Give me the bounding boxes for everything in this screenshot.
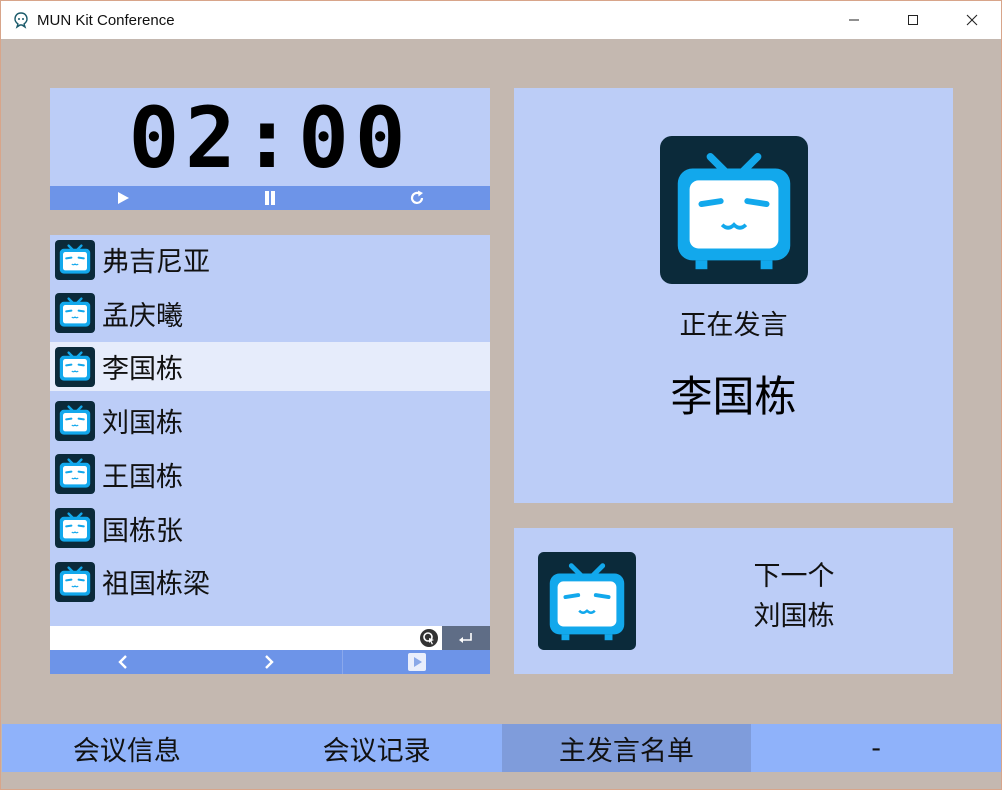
- speaker-name-input[interactable]: [50, 626, 416, 650]
- chevron-right-icon: [265, 655, 274, 669]
- next-speaker-panel: 下一个 刘国栋: [514, 528, 953, 674]
- current-speaker-panel: 正在发言 李国栋: [514, 88, 953, 503]
- timer-display: 02:00: [128, 89, 412, 187]
- tab-meeting-info[interactable]: 会议信息: [2, 724, 252, 772]
- clear-icon: [420, 629, 438, 647]
- speaker-name: 王国栋: [102, 461, 183, 493]
- title-bar: MUN Kit Conference: [1, 1, 1001, 39]
- app-logo-icon: [12, 11, 30, 29]
- chevron-left-icon: [118, 655, 127, 669]
- bottom-tab-bar: 会议信息 会议记录 主发言名单 -: [2, 724, 1001, 772]
- tv-mascot-icon: [55, 561, 95, 602]
- speaker-name: 弗吉尼亚: [102, 247, 210, 278]
- maximize-icon: [907, 15, 918, 25]
- tab-other[interactable]: -: [751, 724, 1001, 772]
- speaker-list-item[interactable]: 祖国栋梁: [50, 557, 490, 606]
- clear-button[interactable]: [416, 626, 442, 650]
- app-window: MUN Kit Conference 02:00 弗吉尼亚 孟庆曦 李国栋 刘国…: [0, 0, 1002, 790]
- list-navigation: [50, 650, 490, 674]
- tv-mascot-icon: [538, 552, 636, 650]
- timer-controls: [50, 186, 490, 210]
- current-speaker-name: 李国栋: [670, 372, 797, 421]
- tv-mascot-icon: [55, 508, 95, 548]
- advance-speaker-button[interactable]: [343, 650, 490, 674]
- play-button[interactable]: [50, 186, 197, 210]
- close-icon: [966, 14, 977, 26]
- speaker-list-item[interactable]: 孟庆曦: [50, 289, 490, 338]
- tab-speakers-list[interactable]: 主发言名单: [501, 724, 752, 772]
- speaker-list-panel: 弗吉尼亚孟庆曦李国栋刘国栋王国栋国栋张祖国栋梁: [50, 235, 490, 674]
- speaker-list-item[interactable]: 李国栋: [50, 342, 490, 392]
- timer-panel: 02:00: [50, 88, 490, 210]
- next-speaker-label: 下一个: [753, 561, 835, 592]
- reset-icon: [410, 190, 423, 204]
- window-title: MUN Kit Conference: [37, 11, 175, 29]
- speaker-list-item[interactable]: 国栋张: [50, 504, 490, 553]
- speaker-name: 李国栋: [102, 354, 183, 386]
- next-speaker-avatar: [538, 552, 636, 650]
- current-speaker-avatar: [660, 136, 808, 284]
- minimize-icon: [848, 19, 859, 21]
- current-speaker-label: 正在发言: [679, 310, 788, 341]
- next-button[interactable]: [196, 650, 342, 674]
- tv-mascot-icon: [55, 346, 95, 387]
- tv-mascot-icon: [55, 293, 95, 334]
- speaker-name: 孟庆曦: [102, 300, 183, 332]
- speaker-name: 国栋张: [102, 515, 183, 547]
- tv-mascot-icon: [55, 239, 95, 280]
- tv-mascot-icon: [55, 400, 95, 441]
- reset-button[interactable]: [343, 186, 490, 210]
- tab-meeting-minutes[interactable]: 会议记录: [252, 724, 502, 772]
- previous-button[interactable]: [50, 650, 196, 674]
- speaker-input-row: [50, 626, 490, 650]
- play-box-icon: [407, 653, 426, 671]
- speaker-name: 刘国栋: [102, 408, 183, 440]
- close-button[interactable]: [942, 1, 1001, 39]
- maximize-button[interactable]: [883, 1, 942, 39]
- minimize-button[interactable]: [824, 1, 883, 39]
- tv-mascot-icon: [55, 454, 95, 495]
- speaker-name: 祖国栋梁: [102, 569, 210, 601]
- play-icon: [118, 192, 130, 204]
- pause-button[interactable]: [197, 186, 344, 210]
- enter-button[interactable]: [442, 626, 490, 650]
- pause-icon: [265, 191, 275, 205]
- enter-icon: [459, 633, 472, 643]
- tv-mascot-icon: [660, 136, 808, 284]
- speaker-list-item[interactable]: 刘国栋: [50, 396, 490, 445]
- next-speaker-name: 刘国栋: [753, 601, 835, 632]
- speaker-list-item[interactable]: 弗吉尼亚: [50, 235, 490, 284]
- speaker-list-item[interactable]: 王国栋: [50, 450, 490, 499]
